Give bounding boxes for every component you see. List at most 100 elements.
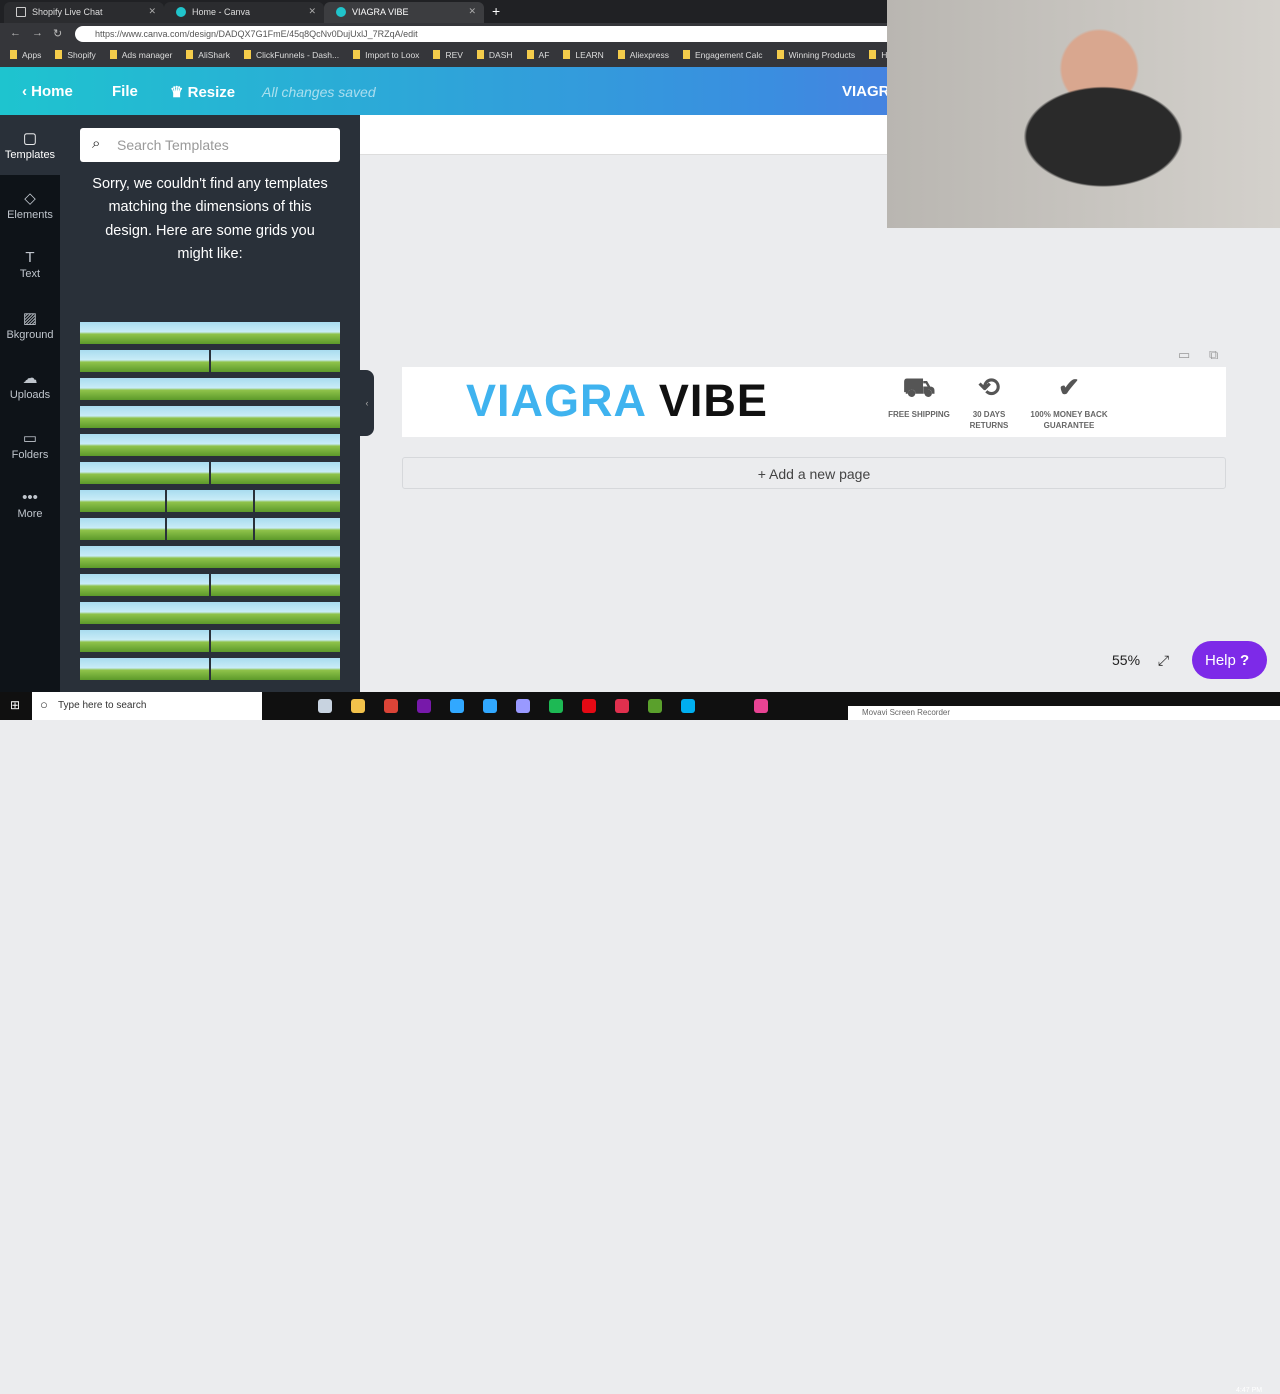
taskbar-app-icon[interactable] — [516, 699, 530, 713]
bookmark[interactable]: Ads manager — [110, 50, 173, 67]
add-page-button[interactable]: + Add a new page — [402, 457, 1226, 489]
tab-shopify-live-chat[interactable]: Shopify Live Chat ✕ — [4, 2, 164, 23]
grid-thumbnail[interactable] — [80, 434, 340, 456]
templates-panel: ⌕ Search Templates Sorry, we couldn't fin… — [60, 115, 360, 692]
bookmark[interactable]: Import to Loox — [353, 50, 419, 67]
clock: 4:47 PM — [1236, 1387, 1263, 1394]
question-icon: ? — [1240, 652, 1250, 669]
bookmark[interactable]: Engagement Calc — [683, 50, 763, 67]
bookmark[interactable]: ClickFunnels - Dash... — [244, 50, 339, 67]
search-templates-input[interactable]: ⌕ Search Templates — [80, 128, 340, 162]
close-tab-icon[interactable]: ✕ — [468, 6, 476, 17]
file-menu[interactable]: File — [112, 83, 138, 100]
rail-item-text[interactable]: T Text — [0, 235, 60, 295]
badge-guarantee[interactable]: ✔ 100% MONEY BACK GUARANTEE — [1026, 371, 1112, 431]
grid-thumbnail[interactable] — [80, 322, 340, 344]
rail-item-more[interactable]: ••• More — [0, 475, 60, 535]
rail-item-uploads[interactable]: ☁ Uploads — [0, 355, 60, 415]
tab-viagra-vibe[interactable]: VIAGRA VIBE ✕ — [324, 2, 484, 23]
rail-item-templates[interactable]: ▢ Templates — [0, 115, 60, 175]
grid-thumbnail[interactable] — [80, 574, 340, 596]
back-icon[interactable]: ← — [10, 27, 21, 39]
url-input[interactable]: https://www.canva.com/design/DADQX7G1FmE… — [75, 26, 895, 42]
close-tab-icon[interactable]: ✕ — [148, 6, 156, 17]
elements-icon: ◇ — [24, 190, 36, 207]
collapse-panel-button[interactable]: ‹ — [360, 370, 374, 436]
resize-button[interactable]: ♛ Resize — [170, 83, 235, 101]
rail-item-bkground[interactable]: ▨ Bkground — [0, 295, 60, 355]
grid-thumbnail[interactable] — [80, 350, 340, 372]
taskbar-app-icon[interactable] — [549, 699, 563, 713]
search-icon: ⌕ — [92, 135, 101, 152]
logo-part-blue: VIAGRA — [466, 375, 646, 426]
taskbar-app-icon[interactable] — [681, 699, 695, 713]
taskbar-app-icon[interactable] — [417, 699, 431, 713]
taskbar-app-icon[interactable] — [582, 699, 596, 713]
logo-text[interactable]: VIAGRA VIBE — [466, 375, 768, 427]
folder-icon: ▭ — [22, 430, 38, 447]
close-tab-icon[interactable]: ✕ — [308, 6, 316, 17]
bookmark[interactable]: Aliexpress — [618, 50, 669, 67]
rail-label: More — [17, 508, 43, 520]
help-label: Help — [1205, 652, 1236, 669]
taskbar-app-icon[interactable] — [351, 699, 365, 713]
badge-free-shipping[interactable]: ⛟ FREE SHIPPING — [886, 371, 952, 420]
bookmark[interactable]: DASH — [477, 50, 513, 67]
badge-label: FREE SHIPPING — [888, 410, 950, 419]
taskbar-search[interactable]: Type here to search — [32, 692, 262, 720]
taskbar-app-icon[interactable] — [754, 699, 768, 713]
grid-thumbnail[interactable] — [80, 630, 340, 652]
bookmark[interactable]: Apps — [10, 50, 41, 67]
windows-start-icon[interactable]: ⊞ — [10, 698, 20, 712]
help-button[interactable]: Help ? — [1192, 641, 1267, 679]
duplicate-page-icon[interactable]: ⧉ — [1209, 347, 1218, 363]
grid-thumbnail[interactable] — [80, 490, 340, 512]
rail-item-elements[interactable]: ◇ Elements — [0, 175, 60, 235]
logo-part-black: VIBE — [658, 375, 768, 426]
taskbar-app-icon[interactable] — [483, 699, 497, 713]
badge-label: 30 DAYS RETURNS — [969, 410, 1009, 430]
forward-icon[interactable]: → — [32, 27, 43, 39]
canva-icon — [176, 7, 186, 17]
grid-thumbnail[interactable] — [80, 462, 340, 484]
bookmark[interactable]: Winning Products — [777, 50, 856, 67]
grid-thumbnail[interactable] — [80, 406, 340, 428]
bookmark[interactable]: LEARN — [563, 50, 603, 67]
comment-icon[interactable]: ▭ — [1178, 347, 1190, 363]
reload-icon[interactable]: ↻ — [53, 27, 62, 40]
grid-thumbnail[interactable] — [80, 602, 340, 624]
taskbar-app-icon[interactable] — [318, 699, 332, 713]
badge-returns[interactable]: ⟲ 30 DAYS RETURNS — [964, 371, 1014, 431]
taskbar-app-icon[interactable] — [615, 699, 629, 713]
bookmark[interactable]: REV — [433, 50, 462, 67]
design-page[interactable]: VIAGRA VIBE ⛟ FREE SHIPPING ⟲ 30 DAYS RETU… — [402, 367, 1226, 437]
rail-item-folders[interactable]: ▭ Folders — [0, 415, 60, 475]
background-icon: ▨ — [22, 310, 38, 327]
grid-thumbnail[interactable] — [80, 546, 340, 568]
bookmark[interactable]: AF — [527, 50, 550, 67]
save-status: All changes saved — [262, 84, 376, 100]
text-icon: T — [25, 249, 35, 266]
movavi-recorder-window[interactable]: Movavi Screen Recorder — [848, 706, 1280, 720]
bookmark[interactable]: AliShark — [186, 50, 230, 67]
taskbar-app-icon[interactable] — [450, 699, 464, 713]
grid-thumbnails — [80, 322, 340, 686]
returns-icon: ⟲ — [978, 372, 1000, 402]
taskbar-app-icon[interactable] — [648, 699, 662, 713]
rail-label: Templates — [4, 149, 56, 161]
rail-label: Folders — [11, 449, 49, 461]
grid-thumbnail[interactable] — [80, 518, 340, 540]
zoom-control[interactable]: 55% ⤢ — [1100, 643, 1184, 677]
taskbar-app-icon[interactable] — [384, 699, 398, 713]
canva-icon — [336, 7, 346, 17]
home-label: Home — [31, 83, 73, 100]
new-tab-button[interactable]: + — [492, 3, 500, 19]
grid-thumbnail[interactable] — [80, 378, 340, 400]
bookmark[interactable]: Shopify — [55, 50, 95, 67]
home-button[interactable]: ‹ Home — [22, 83, 73, 100]
grid-thumbnail[interactable] — [80, 658, 340, 680]
fullscreen-icon[interactable]: ⤢ — [1158, 652, 1169, 668]
tab-home-canva[interactable]: Home - Canva ✕ — [164, 2, 324, 23]
rail-label: Elements — [7, 209, 53, 221]
no-templates-message: Sorry, we couldn't find any templates ma… — [92, 176, 328, 262]
